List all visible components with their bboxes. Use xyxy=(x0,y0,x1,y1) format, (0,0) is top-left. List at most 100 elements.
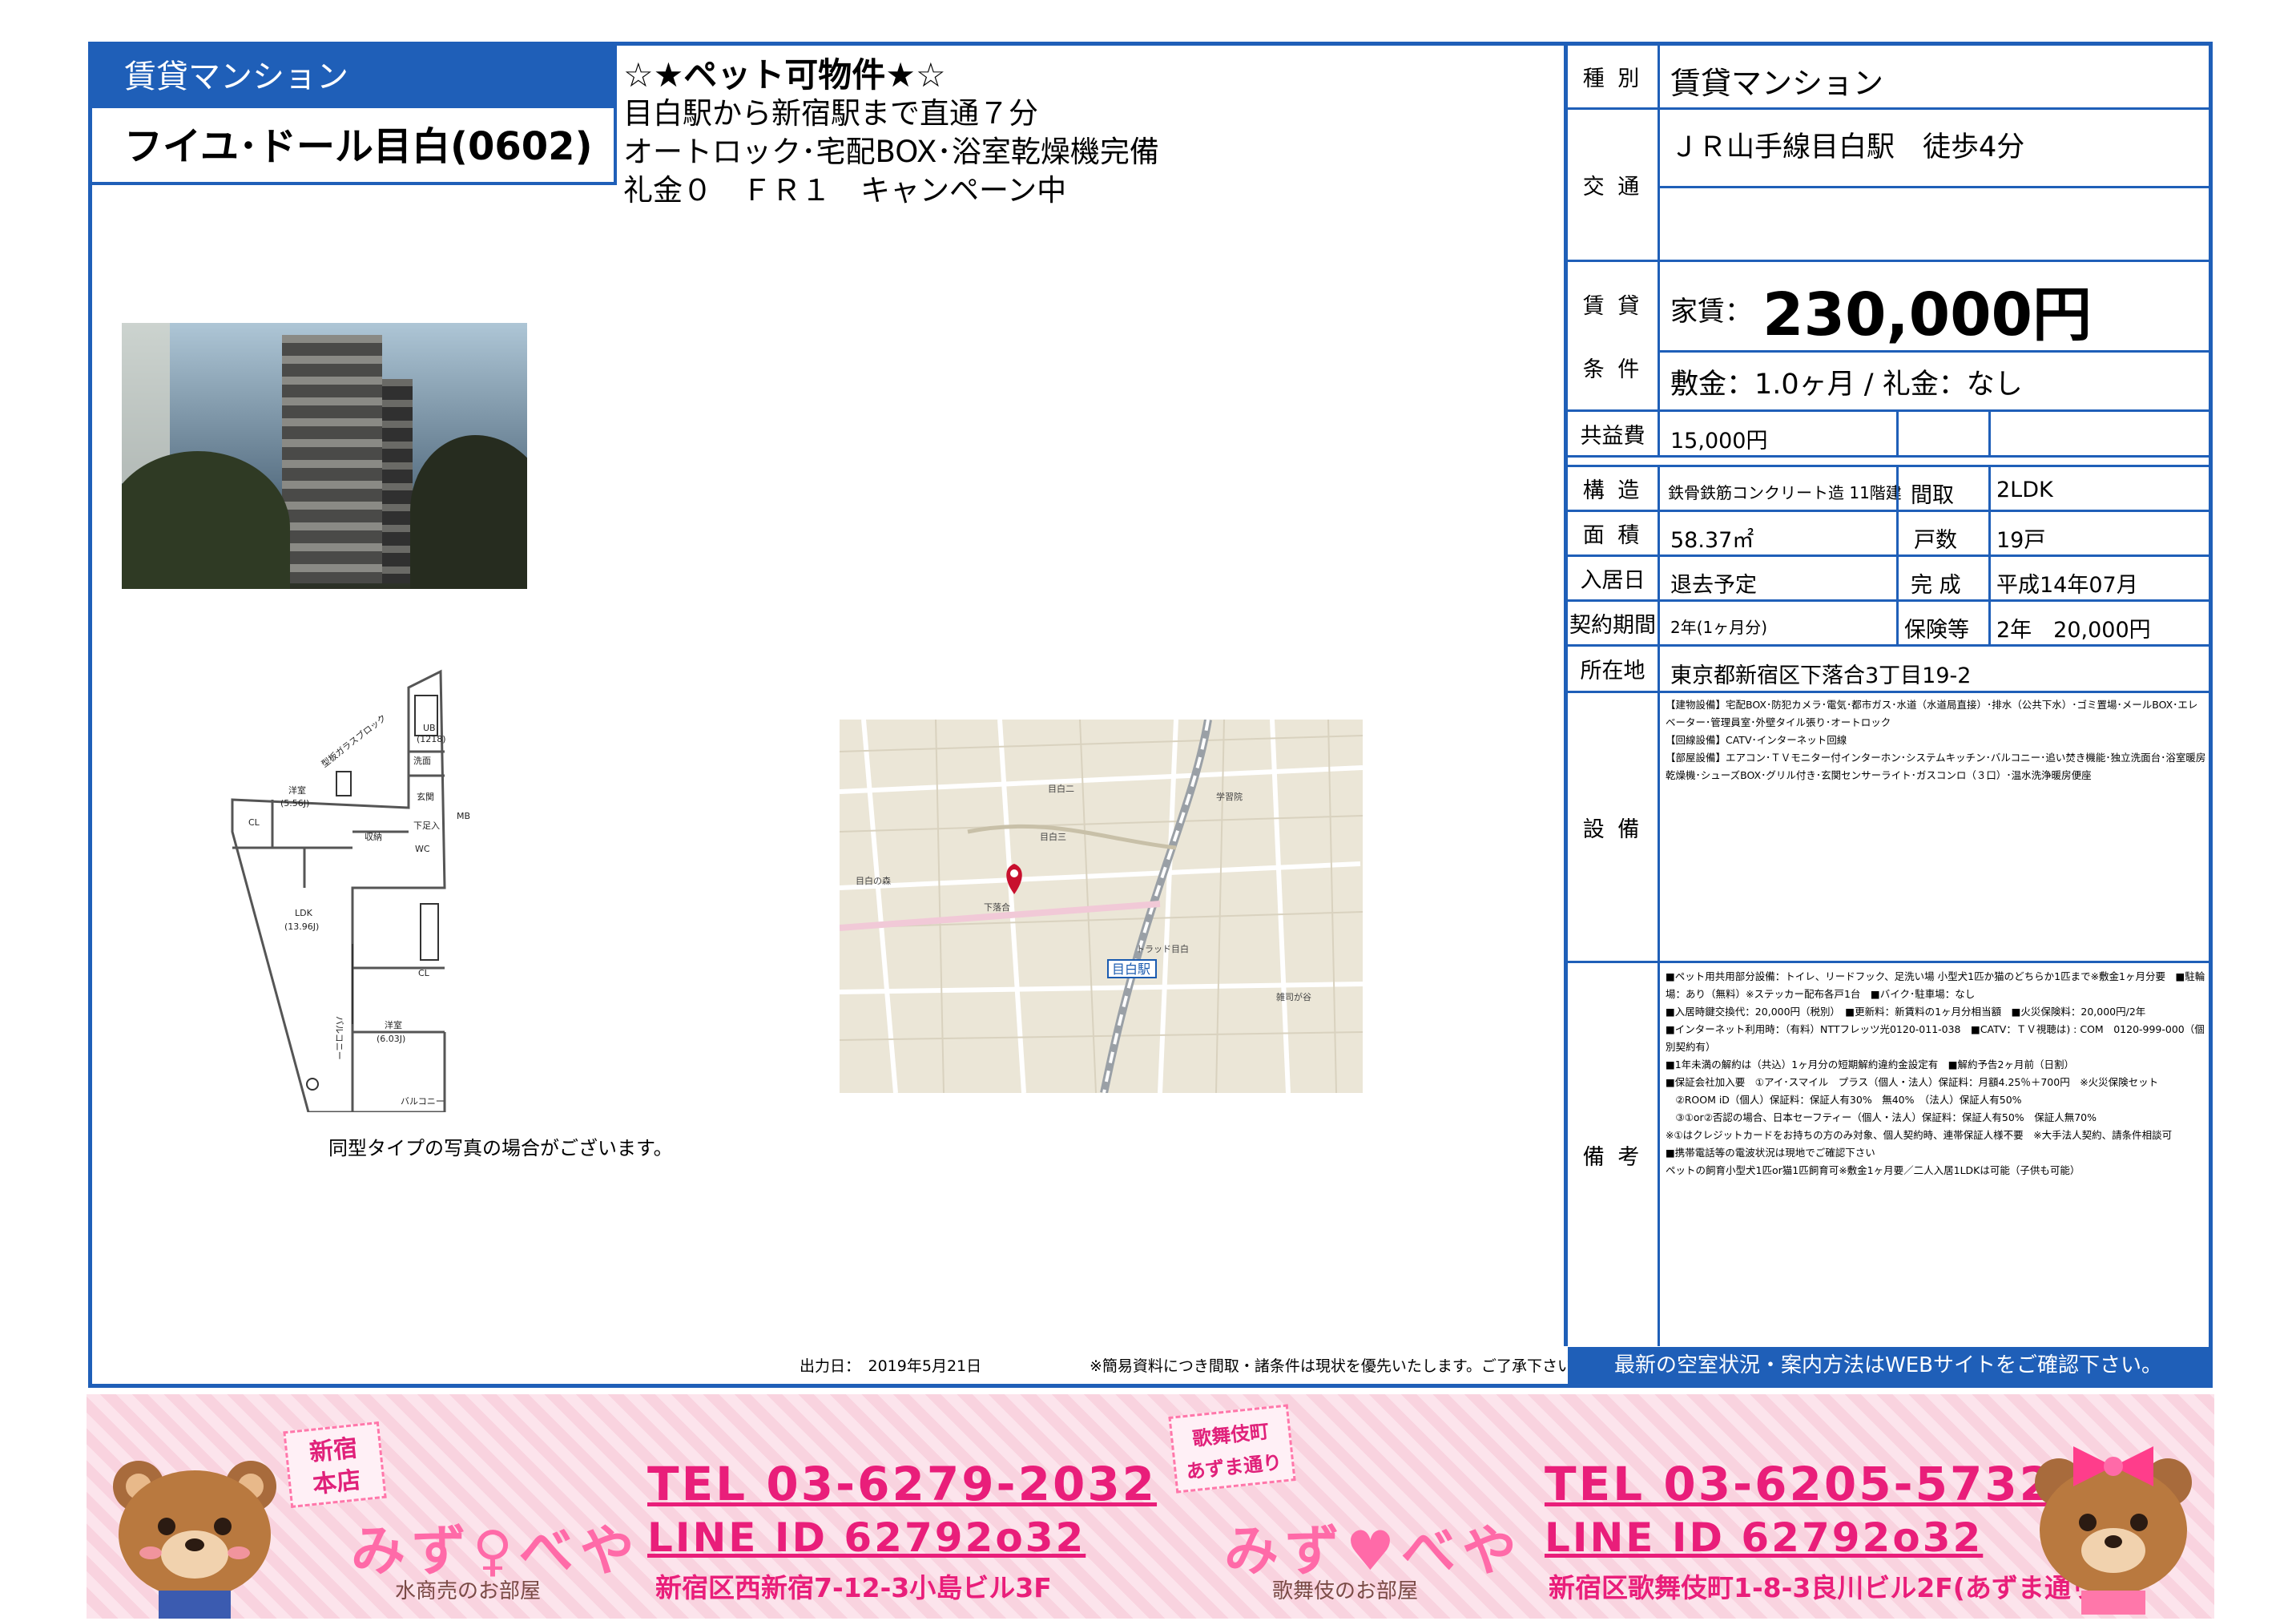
label-completion: 完 成 xyxy=(1911,573,1961,598)
row-area: 面 積 58.37㎡ 戸数 19戸 xyxy=(1568,512,2213,557)
shop2-line-id[interactable]: LINE ID 62792o32 xyxy=(1545,1514,1983,1561)
row-address: 所在地 東京都新宿区下落合3丁目19-2 xyxy=(1568,647,2213,693)
building-photo xyxy=(122,323,527,589)
value-type: 賃貸マンション xyxy=(1670,66,1884,101)
area-map: 目白駅 トラッド目白 目白三 下落合 目白二 目白の森 学習院 雑司が谷 xyxy=(840,720,1363,1093)
shop1-address: 新宿区西新宿7-12-3小島ビル3F xyxy=(655,1572,1052,1603)
value-address: 東京都新宿区下落合3丁目19-2 xyxy=(1670,663,1972,688)
row-spacer xyxy=(1568,458,2213,467)
row-access: 交 通 ＪＲ山手線目白駅 徒歩4分 xyxy=(1568,110,2213,262)
senmen-label: 洗面 xyxy=(413,756,431,766)
catch-copy: ☆★ペット可物件★☆ 目白駅から新宿駅まで直通７分 オートロック･宅配BOX･浴… xyxy=(623,56,1553,210)
value-contract: 2年(1ヶ月分) xyxy=(1670,618,1768,637)
rent-label: 家賃： xyxy=(1670,296,1752,328)
row-type: 種 別 賃貸マンション xyxy=(1568,46,2213,110)
map-label: 目白の森 xyxy=(856,875,891,886)
map-label: 雑司が谷 xyxy=(1276,991,1311,1002)
value-area: 58.37㎡ xyxy=(1670,528,1754,553)
row-move-in: 入居日 退去予定 完 成 平成14年07月 xyxy=(1568,557,2213,602)
floorplan-note: 同型タイプの写真の場合がございます。 xyxy=(328,1137,673,1159)
cl-label: CL xyxy=(248,817,260,828)
label-units: 戸数 xyxy=(1914,528,1957,553)
label-common-fee: 共益費 xyxy=(1568,412,1660,455)
ub-label: UB xyxy=(423,723,436,733)
deposit-key-money: 敷金：1.0ヶ月 / 礼金：なし xyxy=(1670,369,2023,401)
catch-line: オートロック･宅配BOX･浴室乾燥機完備 xyxy=(623,135,1159,169)
label-address: 所在地 xyxy=(1568,647,1660,691)
value-access: ＪＲ山手線目白駅 徒歩4分 xyxy=(1670,131,2025,163)
building-name: フイユ･ドール目白(0602) xyxy=(92,108,617,185)
floor-plan: 洋室 (5.56J) LDK (13.96J) 洋室 (6.03J) UB (1… xyxy=(231,669,470,1112)
label-type: 種 別 xyxy=(1568,46,1660,107)
bear-mascot-icon xyxy=(2035,1446,2192,1615)
label-contract: 契約期間 xyxy=(1568,602,1660,644)
value-layout: 2LDK xyxy=(1996,478,2053,502)
bedroom1-size: (5.56J) xyxy=(280,798,309,808)
shuuno-label: 収納 xyxy=(365,832,382,842)
shop2-phone[interactable]: TEL 03-6205-5732 xyxy=(1545,1457,2054,1511)
label-structure: 構 造 xyxy=(1568,467,1660,510)
catch-headline: ☆★ペット可物件★☆ xyxy=(623,55,946,95)
row-equipment: 設 備 【建物設備】宅配BOX･防犯カメラ･電気･都市ガス･水道（水道局直接）･… xyxy=(1568,693,2213,963)
shop2-badge-text: 歌舞伎町 あずま通り xyxy=(1185,1420,1283,1484)
shop2-badge: 歌舞伎町 あずま通り xyxy=(1168,1404,1296,1494)
output-date: 出力日： 2019年5月21日 xyxy=(800,1357,982,1375)
value-insurance: 2年 20,000円 xyxy=(1996,618,2151,643)
label-move-in: 入居日 xyxy=(1568,557,1660,599)
web-notice-bar: 最新の空室状況・案内方法はWEBサイトをご確認下さい。 xyxy=(1568,1347,2209,1384)
bedroom1-label: 洋室 xyxy=(288,784,306,796)
row-remarks: 備 考 ■ペット用共用部分設備：トイレ、リードフック、足洗い場 小型犬1匹か猫の… xyxy=(1568,963,2213,1346)
balcony-side-label: バルコニー xyxy=(334,1016,344,1060)
balcony-label: バルコニー xyxy=(401,1096,445,1107)
map-label: 目白二 xyxy=(1048,783,1074,794)
shop1-badge: 新宿 本店 xyxy=(283,1421,387,1509)
shop1-subtitle: 水商売のお部屋 xyxy=(395,1579,542,1603)
label-insurance: 保険等 xyxy=(1904,618,1969,643)
value-move-in: 退去予定 xyxy=(1670,573,1757,598)
disclaimer: ※簡易資料につき間取・諸条件は現状を優先いたします。ご了承下さい。 xyxy=(1090,1357,1589,1375)
gekibako-label: 下足入 xyxy=(413,821,440,831)
row-common-fee: 共益費 15,000円 xyxy=(1568,412,2213,458)
row-contract: 契約期間 2年(1ヶ月分) 保険等 2年 20,000円 xyxy=(1568,602,2213,647)
wc-label: WC xyxy=(415,844,430,854)
row-structure: 構 造 鉄骨鉄筋コンクリート造 11階建 間取 2LDK xyxy=(1568,467,2213,512)
property-type-tag: 賃貸マンション xyxy=(92,46,617,108)
ldk-label: LDK xyxy=(295,908,313,918)
cl2-label: CL xyxy=(418,968,430,978)
bedroom2-size: (6.03J) xyxy=(377,1034,405,1044)
value-equipment: 【建物設備】宅配BOX･防犯カメラ･電気･都市ガス･水道（水道局直接）･排水（公… xyxy=(1666,699,2206,781)
rent-value: 230,000円 xyxy=(1762,280,2093,349)
label-area: 面 積 xyxy=(1568,512,1660,554)
mb-label: MB xyxy=(457,811,470,821)
map-label: 学習院 xyxy=(1216,791,1243,802)
bear-mascot-icon xyxy=(113,1461,276,1619)
catch-line: 礼金０ ＦＲ１ キャンペーン中 xyxy=(623,173,1067,208)
shop1-line-id[interactable]: LINE ID 62792o32 xyxy=(647,1514,1086,1561)
label-equipment: 設 備 xyxy=(1568,693,1660,961)
shop1-phone[interactable]: TEL 03-6279-2032 xyxy=(647,1457,1157,1511)
label-remarks: 備 考 xyxy=(1568,963,1660,1346)
value-remarks: ■ペット用共用部分設備：トイレ、リードフック、足洗い場 小型犬1匹か猫のどちらか… xyxy=(1666,970,2205,1176)
label-access: 交 通 xyxy=(1568,110,1660,260)
value-units: 19戸 xyxy=(1996,528,2046,553)
glass-block-label: 型板ガラスブロック xyxy=(319,712,388,770)
value-completion: 平成14年07月 xyxy=(1996,573,2138,598)
map-label: 下落合 xyxy=(984,901,1010,913)
map-station-label: 目白駅 xyxy=(1112,962,1150,977)
map-label: 目白三 xyxy=(1040,831,1066,842)
value-structure: 鉄骨鉄筋コンクリート造 11階建 xyxy=(1668,483,1902,502)
ub-size: (1218) xyxy=(417,734,446,744)
shop2-subtitle: 歌舞伎のお部屋 xyxy=(1272,1579,1419,1603)
genkan-label: 玄関 xyxy=(417,791,434,802)
catch-line: 目白駅から新宿駅まで直通７分 xyxy=(623,96,1038,131)
ldk-size: (13.96J) xyxy=(284,921,319,932)
shop-banner: 新宿 本店 みず♀べや 水商売のお部屋 TEL 03-6279-2032 LIN… xyxy=(87,1394,2214,1619)
shop1-badge-text: 新宿 本店 xyxy=(308,1434,363,1499)
bedroom2-label: 洋室 xyxy=(385,1019,402,1030)
spec-table: 種 別 賃貸マンション 交 通 ＪＲ山手線目白駅 徒歩4分 賃 貸 条 件 家賃… xyxy=(1564,46,2213,1346)
value-common-fee: 15,000円 xyxy=(1670,429,1768,454)
row-rent: 賃 貸 条 件 家賃： 230,000円 敷金：1.0ヶ月 / 礼金：なし xyxy=(1568,262,2213,412)
map-label: トラッド目白 xyxy=(1136,943,1189,954)
label-rent-cond-1: 賃 貸 xyxy=(1582,294,1643,319)
label-rent-cond-2: 条 件 xyxy=(1582,357,1643,382)
